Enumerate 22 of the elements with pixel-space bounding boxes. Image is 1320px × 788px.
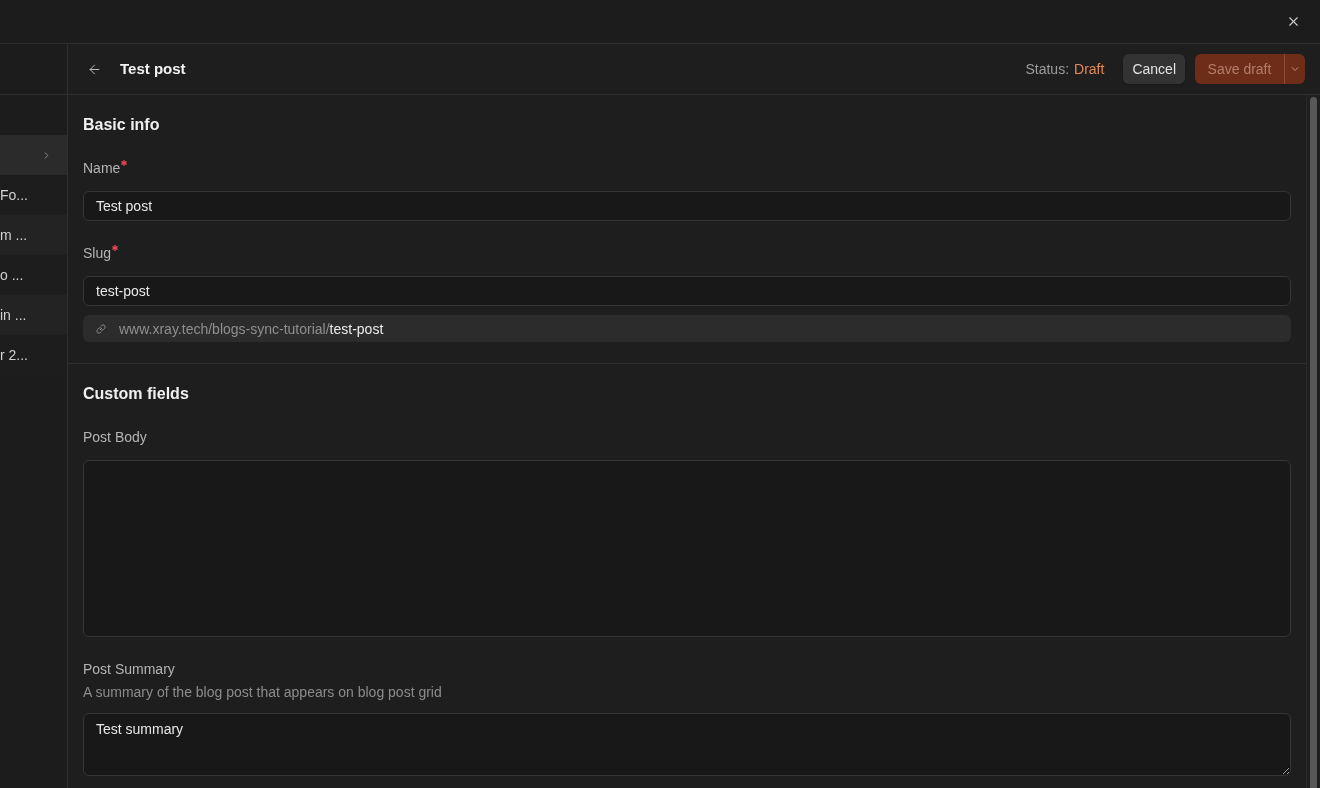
field-label: Slug bbox=[83, 244, 112, 263]
back-button[interactable] bbox=[87, 61, 102, 77]
section-title: Basic info bbox=[83, 115, 160, 135]
dropdown-button[interactable] bbox=[1284, 54, 1305, 84]
sidebar-item[interactable]: in ... bbox=[0, 295, 67, 335]
status-label: Status: bbox=[1025, 60, 1070, 79]
field-label: Post Body bbox=[83, 428, 147, 447]
section-title: Custom fields bbox=[83, 384, 189, 404]
scrollbar[interactable] bbox=[1306, 95, 1320, 788]
status-value: Draft bbox=[1074, 60, 1105, 79]
url-preview-text: www.xray.tech/blogs-sync-tutorial/test-post bbox=[119, 319, 384, 339]
field-label: Post Summary bbox=[83, 660, 175, 679]
field-description: A summary of the blog post that appears on blog post grid bbox=[83, 683, 442, 702]
field-label: Name bbox=[83, 159, 121, 178]
scrollbar-thumb[interactable] bbox=[1310, 97, 1317, 788]
text-area[interactable]: Test summary bbox=[83, 713, 1291, 776]
page-title: Test post bbox=[120, 58, 186, 79]
text-input[interactable]: test-post bbox=[83, 276, 1291, 306]
sidebar-item[interactable]: m ... bbox=[0, 215, 67, 255]
link-icon bbox=[96, 323, 106, 334]
cancel-button[interactable]: Cancel bbox=[1123, 54, 1185, 84]
text-input[interactable]: Test post bbox=[83, 191, 1291, 221]
